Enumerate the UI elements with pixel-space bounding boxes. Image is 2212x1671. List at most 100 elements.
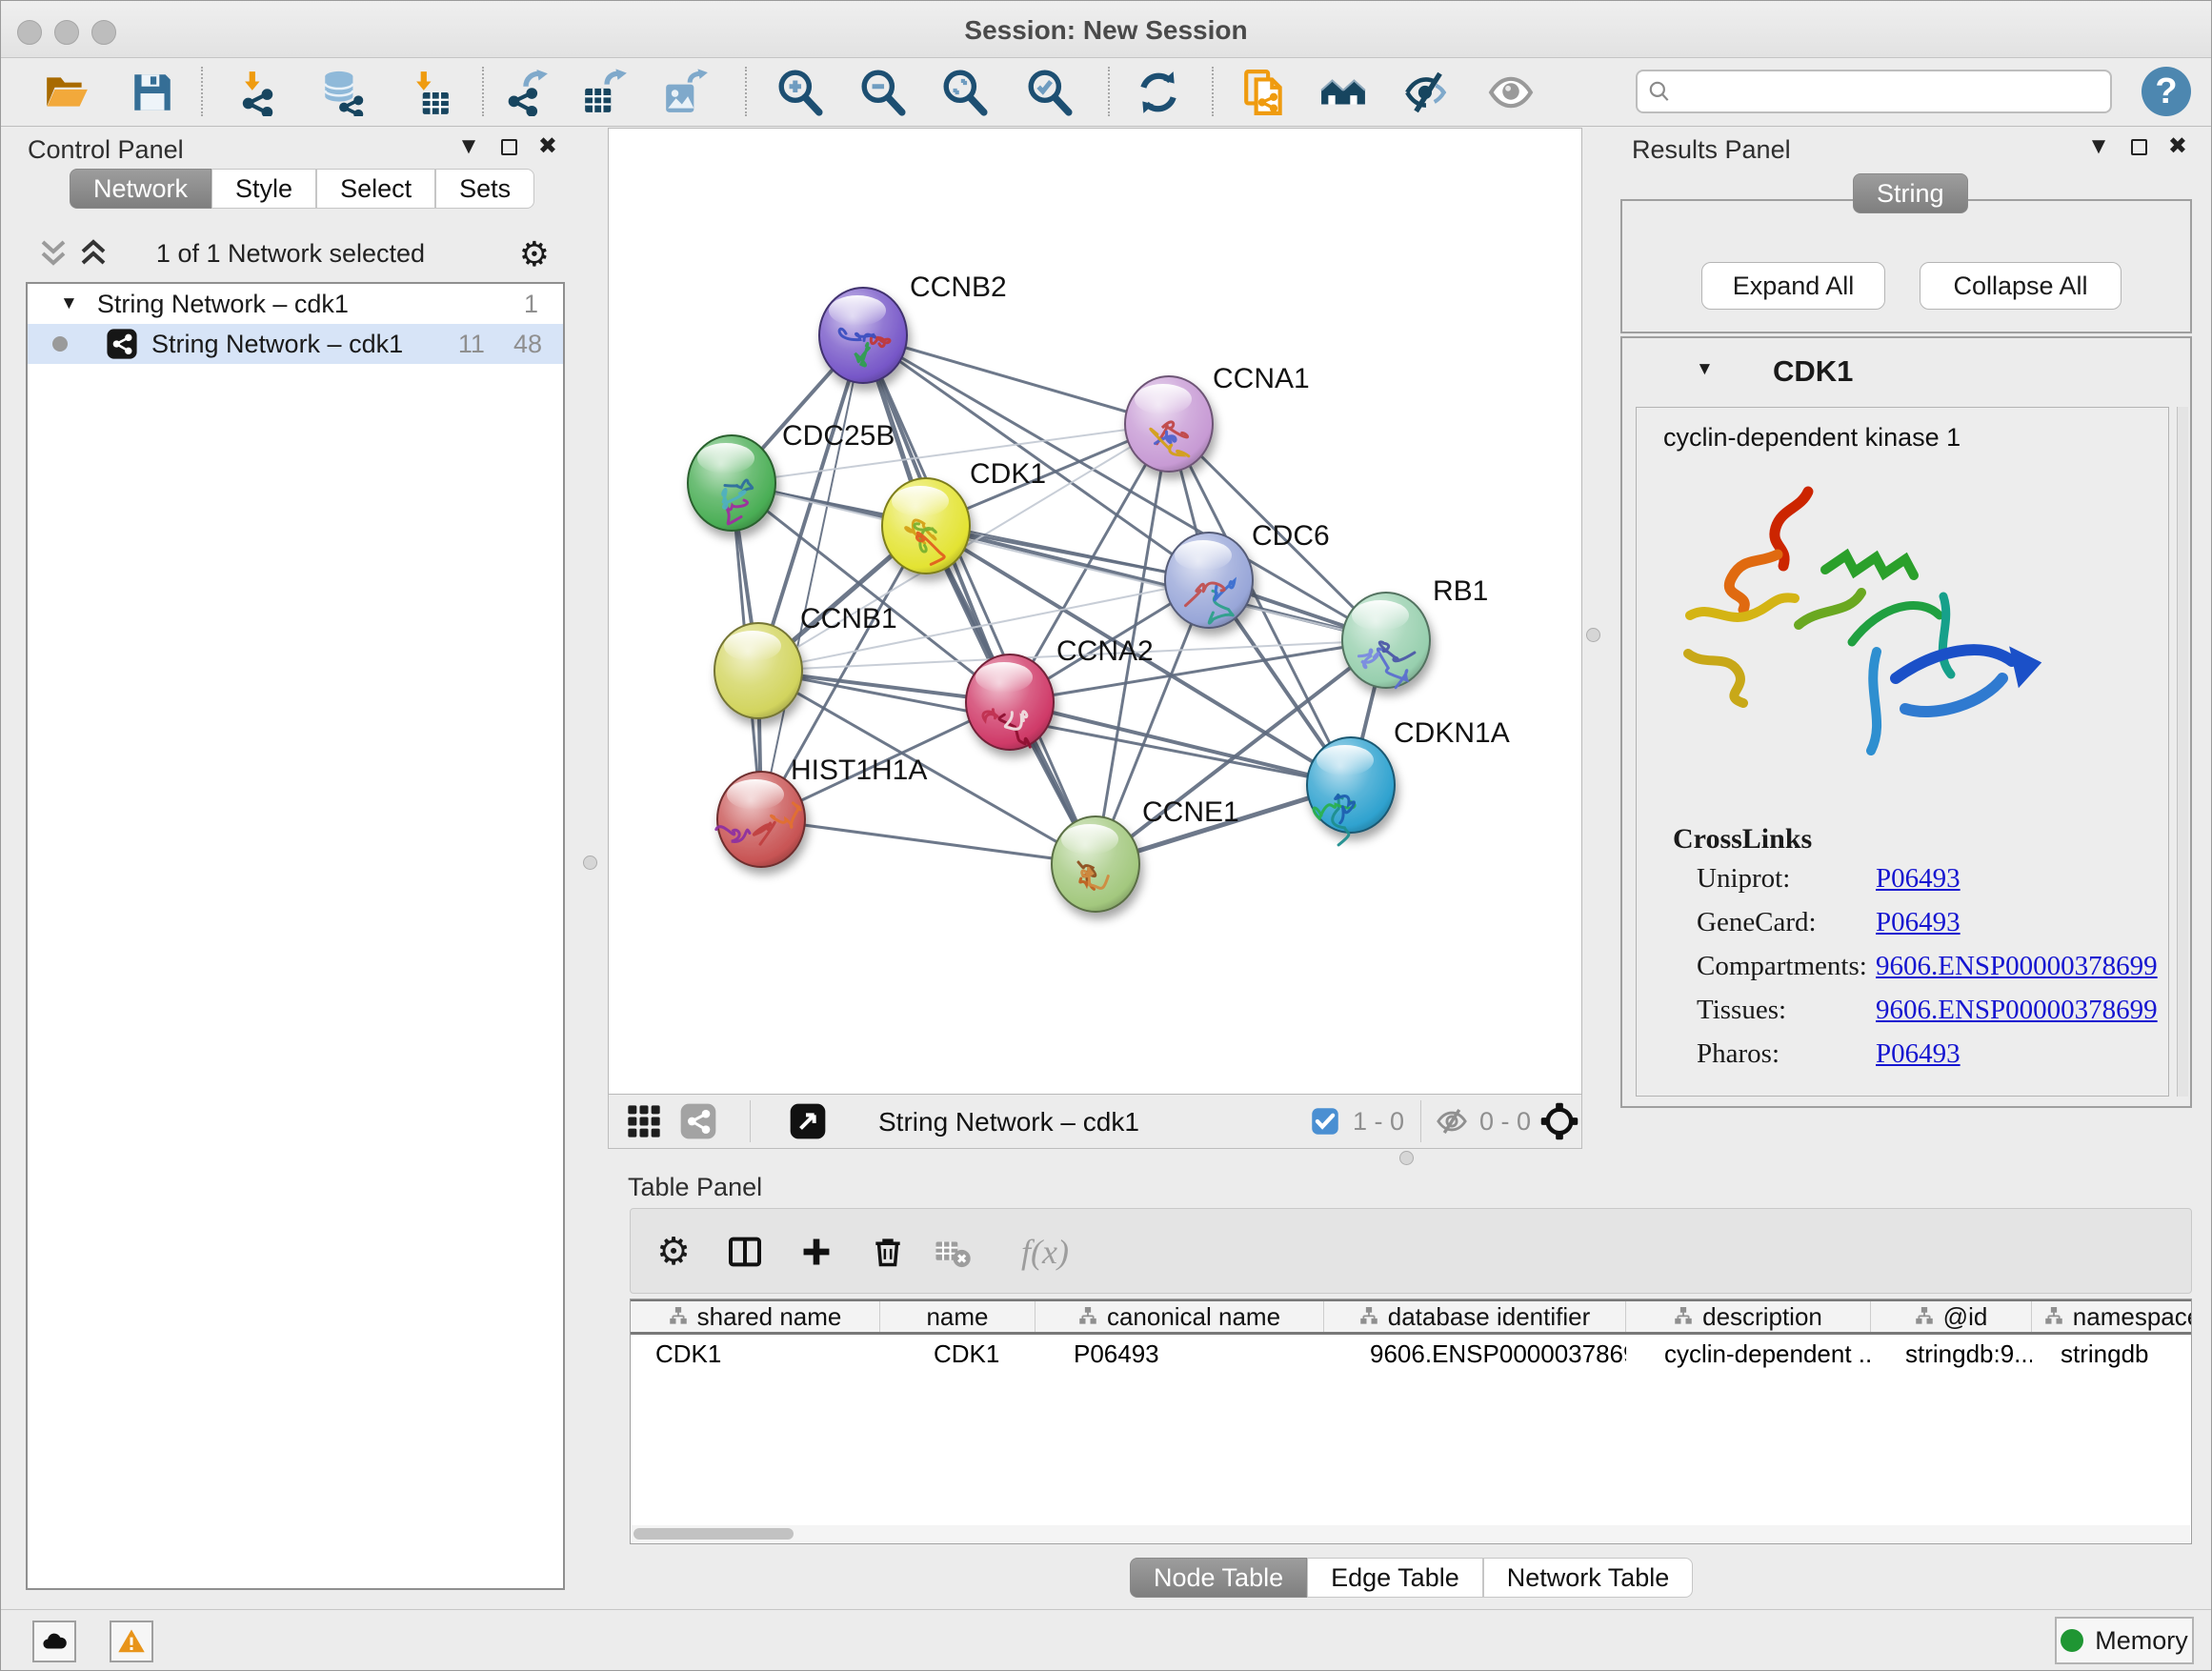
- zoom-in-button[interactable]: [773, 65, 828, 120]
- crosslink-link[interactable]: P06493: [1876, 863, 1961, 895]
- splitter-grip[interactable]: [583, 856, 597, 870]
- splitter-grip[interactable]: [1586, 628, 1600, 642]
- collection-expander-icon[interactable]: ▼: [60, 293, 78, 314]
- panel-menu-icon[interactable]: ▼: [457, 135, 480, 158]
- tab-network[interactable]: Network: [70, 169, 211, 209]
- bar-separator: [1420, 1100, 1421, 1142]
- detach-view-icon[interactable]: [789, 1102, 827, 1140]
- birds-eye-navigator-icon[interactable]: [1539, 1101, 1579, 1141]
- show-all-button[interactable]: [1483, 65, 1538, 120]
- cell-shared-name[interactable]: CDK1: [631, 1339, 880, 1372]
- table-settings-gear-icon[interactable]: ⚙: [652, 1230, 695, 1274]
- tab-network-table[interactable]: Network Table: [1483, 1558, 1694, 1598]
- cell-id[interactable]: stringdb:9...: [1871, 1339, 2032, 1372]
- cell-description[interactable]: cyclin-dependent ...: [1626, 1339, 1871, 1372]
- delete-column-trash-icon[interactable]: [866, 1230, 910, 1274]
- open-session-button[interactable]: [39, 65, 94, 120]
- zoom-selected-button[interactable]: [1022, 65, 1077, 120]
- tab-node-table[interactable]: Node Table: [1130, 1558, 1307, 1598]
- network-node-HIST1H1A[interactable]: HIST1H1A: [716, 755, 928, 867]
- column-header-description[interactable]: description: [1626, 1301, 1871, 1332]
- collapse-all-button[interactable]: Collapse All: [1920, 262, 2122, 310]
- clone-network-button[interactable]: [1237, 65, 1293, 120]
- cell-database-identifier[interactable]: 9606.ENSP00000378699: [1324, 1339, 1626, 1372]
- network-graph[interactable]: CCNB2CCNA1CDC25BCDK1CDC6RB1CCNB1CCNA2CDK…: [609, 129, 1581, 1094]
- crosslink-link[interactable]: P06493: [1876, 1038, 1961, 1070]
- close-panel-icon[interactable]: ✖: [2168, 135, 2187, 158]
- network-label: String Network – cdk1: [151, 330, 403, 359]
- search-field: [1636, 70, 2112, 113]
- network-node-RB1[interactable]: RB1: [1342, 575, 1488, 688]
- network-node-CCNE1[interactable]: CCNE1: [1052, 796, 1239, 912]
- bar-separator: [750, 1100, 751, 1142]
- import-network-button[interactable]: [230, 65, 285, 120]
- crosslink-link[interactable]: 9606.ENSP00000378699: [1876, 995, 2158, 1026]
- cell-name[interactable]: CDK1: [880, 1339, 1036, 1372]
- home-button[interactable]: [1316, 65, 1371, 120]
- import-table-button[interactable]: [401, 65, 456, 120]
- cell-namespace[interactable]: stringdb: [2032, 1339, 2192, 1372]
- results-scrollbar[interactable]: [2177, 407, 2188, 1097]
- show-columns-icon[interactable]: [723, 1230, 767, 1274]
- create-column-icon[interactable]: [794, 1230, 838, 1274]
- tab-select[interactable]: Select: [316, 169, 435, 209]
- zoom-fit-button[interactable]: [937, 65, 993, 120]
- eye-slash-icon: [1403, 69, 1451, 116]
- float-panel-icon[interactable]: [2131, 139, 2147, 155]
- crosslink-label: Pharos:: [1697, 1038, 1780, 1070]
- float-panel-icon[interactable]: [501, 139, 517, 155]
- memory-button[interactable]: Memory: [2055, 1617, 2194, 1664]
- help-button[interactable]: ?: [2142, 67, 2191, 116]
- string-view-icon[interactable]: [679, 1102, 717, 1140]
- splitter-grip[interactable]: [1399, 1151, 1414, 1165]
- network-options-gear-icon[interactable]: ⚙: [519, 234, 550, 274]
- zoom-selected-icon: [1026, 69, 1074, 116]
- refresh-view-button[interactable]: [1131, 65, 1186, 120]
- expand-all-button[interactable]: Expand All: [1701, 262, 1885, 310]
- zoom-out-button[interactable]: [855, 65, 911, 120]
- tab-edge-table[interactable]: Edge Table: [1307, 1558, 1483, 1598]
- network-status-dot-icon: [52, 336, 68, 352]
- close-panel-icon[interactable]: ✖: [538, 135, 557, 158]
- export-image-button[interactable]: [658, 65, 714, 120]
- column-header-shared-name[interactable]: shared name: [631, 1301, 880, 1332]
- search-input[interactable]: [1672, 73, 2110, 110]
- column-header-database-identifier[interactable]: database identifier: [1324, 1301, 1626, 1332]
- results-panel: Results Panel ▼ ✖ String Expand All Coll…: [1620, 128, 2202, 1165]
- table-row[interactable]: CDK1 CDK1 P06493 9606.ENSP00000378699 cy…: [631, 1339, 2192, 1372]
- toolbar-separator: [482, 67, 484, 116]
- tab-style[interactable]: Style: [211, 169, 316, 209]
- hide-selected-button[interactable]: [1399, 65, 1455, 120]
- cell-canonical-name[interactable]: P06493: [1036, 1339, 1324, 1372]
- export-network-button[interactable]: [498, 65, 553, 120]
- panel-menu-icon[interactable]: ▼: [2087, 135, 2110, 158]
- selected-checkbox-icon[interactable]: [1311, 1107, 1339, 1136]
- network-view-canvas[interactable]: CCNB2CCNA1CDC25BCDK1CDC6RB1CCNB1CCNA2CDK…: [608, 128, 1582, 1095]
- network-node-CDK1[interactable]: CDK1: [882, 458, 1046, 574]
- save-session-button[interactable]: [125, 65, 180, 120]
- network-collection-row[interactable]: ▼ String Network – cdk1 1: [28, 284, 563, 324]
- warnings-button[interactable]: [110, 1621, 153, 1662]
- network-node-CCNB2[interactable]: CCNB2: [819, 272, 1007, 383]
- column-header-canonical-name[interactable]: canonical name: [1036, 1301, 1324, 1332]
- hidden-eye-slash-icon: [1436, 1105, 1468, 1137]
- scrollbar-thumb[interactable]: [633, 1528, 794, 1540]
- column-header-id[interactable]: @id: [1871, 1301, 2032, 1332]
- table-horizontal-scrollbar[interactable]: [632, 1525, 2190, 1542]
- tab-sets[interactable]: Sets: [435, 169, 534, 209]
- crosslink-link[interactable]: P06493: [1876, 907, 1961, 938]
- network-node-CDKN1A[interactable]: CDKN1A: [1307, 717, 1510, 845]
- crosslink-link[interactable]: 9606.ENSP00000378699: [1876, 951, 2158, 982]
- column-header-namespace[interactable]: namespace: [2032, 1301, 2192, 1332]
- import-network-from-database-button[interactable]: [315, 65, 371, 120]
- grid-view-icon[interactable]: [625, 1102, 663, 1140]
- export-table-button[interactable]: [577, 65, 633, 120]
- cloud-status-button[interactable]: [32, 1621, 76, 1662]
- gene-expander-icon[interactable]: ▼: [1696, 359, 1714, 380]
- network-node-CCNA1[interactable]: CCNA1: [1125, 363, 1310, 472]
- column-header-name[interactable]: name: [880, 1301, 1036, 1332]
- gene-description: cyclin-dependent kinase 1: [1663, 423, 1961, 453]
- results-tab-string[interactable]: String: [1853, 173, 1968, 213]
- network-row-selected[interactable]: String Network – cdk1 11 48: [28, 324, 563, 364]
- gene-header[interactable]: ▼ CDK1: [1622, 338, 2190, 405]
